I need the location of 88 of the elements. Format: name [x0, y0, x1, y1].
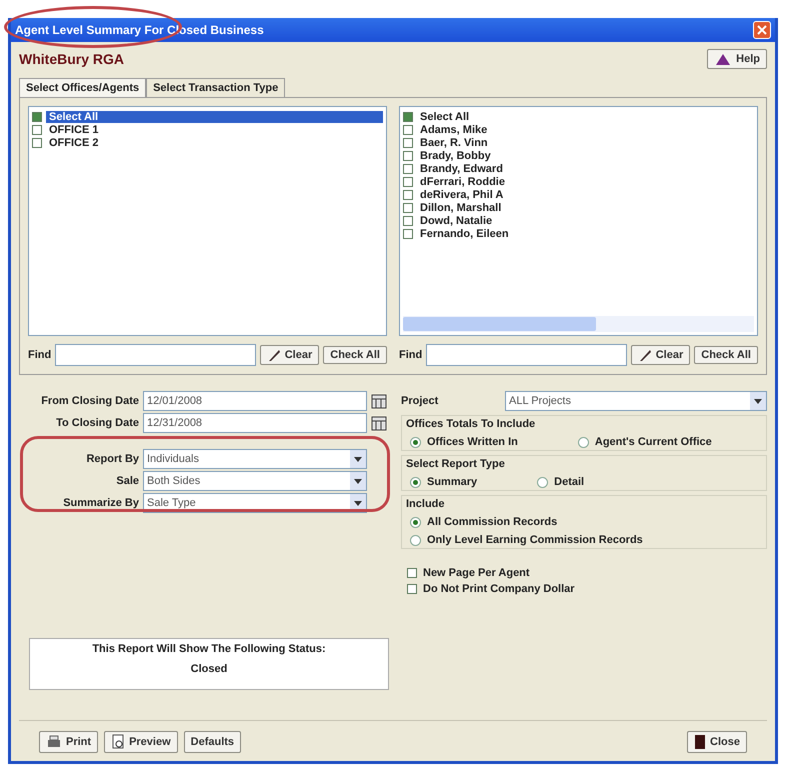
checkbox[interactable] — [403, 164, 413, 174]
calendar-icon[interactable] — [371, 415, 387, 431]
list-item[interactable]: Baer, R. Vinn — [417, 136, 491, 148]
group-title: Select Report Type — [406, 458, 506, 470]
footer-button[interactable]: Preview — [104, 731, 178, 753]
calendar-icon[interactable] — [371, 393, 387, 409]
door-icon — [694, 734, 706, 750]
dropdown[interactable]: Individuals — [143, 449, 367, 469]
radio-button[interactable] — [537, 476, 548, 488]
footer-button[interactable]: Defaults — [184, 731, 242, 753]
caret-icon — [354, 500, 362, 506]
help-button[interactable]: Help — [707, 49, 767, 69]
date-label: From Closing Date — [40, 395, 139, 407]
radio-button[interactable] — [410, 534, 421, 546]
clear-button[interactable]: Clear — [260, 345, 320, 365]
checkbox[interactable] — [403, 228, 413, 238]
checkbox[interactable] — [403, 150, 413, 160]
checkbox[interactable] — [403, 202, 413, 212]
checkbox[interactable] — [407, 584, 417, 594]
checkbox[interactable] — [403, 190, 413, 200]
list-item[interactable]: Dowd, Natalie — [417, 214, 496, 226]
date-label: To Closing Date — [55, 417, 139, 429]
checkbox-label: Do Not Print Company Dollar — [423, 583, 575, 595]
tab[interactable]: Select Offices/Agents — [19, 78, 146, 98]
checkbox[interactable] — [32, 112, 42, 122]
radio-label: Only Level Earning Commission Records — [427, 534, 643, 546]
clear-button[interactable]: Clear — [630, 345, 690, 365]
caret-icon — [354, 456, 362, 462]
find-field[interactable] — [55, 344, 256, 366]
tab[interactable]: Select Transaction Type — [146, 78, 286, 98]
dropdown[interactable]: Both Sides — [143, 471, 367, 491]
list-item[interactable]: Select All — [417, 110, 472, 122]
find-label: Find — [399, 349, 422, 361]
logo: WhiteBury RGA — [19, 51, 124, 67]
checkbox[interactable] — [32, 124, 42, 134]
checkbox[interactable] — [403, 138, 413, 148]
checkbox[interactable] — [403, 112, 413, 122]
checkbox[interactable] — [407, 568, 417, 578]
list-item[interactable]: dFerrari, Roddie — [417, 176, 508, 188]
group-title: Offices Totals To Include — [406, 418, 536, 430]
eraser-icon — [638, 348, 652, 362]
find-label: Find — [28, 349, 52, 361]
select-label: Report By — [85, 453, 139, 465]
group-title: Include — [406, 498, 446, 510]
list-item[interactable]: Adams, Mike — [417, 124, 490, 136]
checkbox[interactable] — [403, 124, 413, 134]
check-all-button[interactable]: Check All — [694, 346, 758, 364]
eraser-icon — [266, 348, 281, 362]
radio-label: Summary — [427, 476, 478, 488]
select-label: Sale — [115, 475, 139, 487]
caret-icon — [754, 398, 762, 404]
close-icon[interactable] — [753, 21, 771, 39]
checkbox-label: New Page Per Agent — [423, 567, 530, 579]
status-heading: This Report Will Show The Following Status: — [92, 643, 326, 655]
date-field[interactable]: 12/31/2008 — [143, 413, 367, 433]
checkbox[interactable] — [32, 138, 42, 148]
caret-icon — [354, 478, 362, 484]
radio-button[interactable] — [578, 436, 589, 448]
list-item[interactable]: Fernando, Eileen — [417, 228, 512, 240]
list-item[interactable]: Brady, Bobby — [417, 150, 494, 162]
close-button[interactable]: Close — [687, 731, 747, 753]
check-all-button[interactable]: Check All — [323, 346, 387, 364]
date-field[interactable]: 12/01/2008 — [143, 391, 367, 411]
radio-button[interactable] — [410, 436, 421, 448]
footer-button[interactable]: Print — [39, 731, 98, 753]
radio-label: Offices Written In — [427, 436, 518, 448]
list-item[interactable]: OFFICE 1 — [46, 124, 102, 136]
radio-label: Detail — [554, 476, 584, 488]
radio-button[interactable] — [410, 476, 421, 488]
list-item[interactable]: Brandy, Edward — [417, 162, 506, 174]
select-label: Summarize By — [62, 497, 139, 509]
list-item[interactable]: Dillon, Marshall — [417, 202, 504, 214]
page-icon — [111, 734, 126, 750]
list-item[interactable]: OFFICE 2 — [46, 136, 102, 148]
status-value: Closed — [190, 663, 228, 675]
project-dropdown[interactable]: ALL Projects — [505, 391, 767, 411]
radio-label: All Commission Records — [427, 516, 558, 528]
list-item[interactable]: Select All — [46, 110, 383, 122]
help-icon — [714, 52, 732, 66]
printer-icon — [46, 735, 62, 749]
list-item[interactable]: deRivera, Phil A — [417, 188, 506, 200]
project-label: Project — [401, 395, 440, 407]
radio-button[interactable] — [410, 516, 421, 528]
horizontal-scrollbar[interactable] — [403, 316, 754, 332]
checkbox[interactable] — [403, 176, 413, 186]
checkbox[interactable] — [403, 216, 413, 226]
radio-label: Agent's Current Office — [594, 436, 712, 448]
find-field[interactable] — [426, 344, 627, 366]
